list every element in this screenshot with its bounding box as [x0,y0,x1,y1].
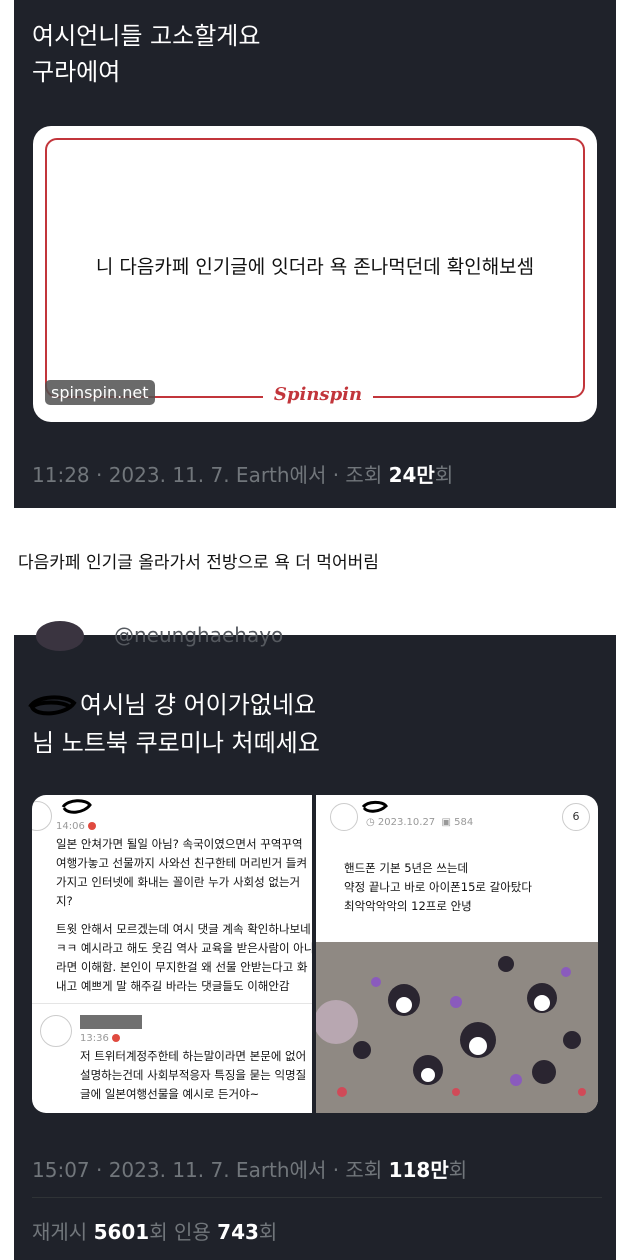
redaction-bar [80,1015,142,1029]
post-body: 핸드폰 기본 5년은 쓰는데 약정 끝나고 바로 아이폰15로 갈아탔다 최악악… [344,861,532,913]
tweet-2: @neunghaehayo 여시님 걍 어이가없네요 님 노트북 쿠로미나 처떼… [14,621,616,1260]
comment-count-badge[interactable]: 6 [562,803,590,831]
tweet-1-image-card[interactable]: 니 다음카페 인기글에 잇더라 욕 존나먹던데 확인해보셈 spinspin.n… [33,126,597,422]
post-caption: 다음카페 인기글 올라가서 전방으로 욕 더 먹어버림 [18,553,379,573]
tweet-2-image-left[interactable]: 14:06 일본 안쳐가면 될일 아님? 속국이였으면서 꾸역꾸역 여행가놓고 … [32,795,312,1113]
retweet-count[interactable]: 5601 [94,1220,150,1244]
tweet-1: 여시언니들 고소할게요 구라에여 니 다음카페 인기글에 잇더라 욕 존나먹던데… [14,0,616,508]
kuromi-stickers-illustration [316,942,598,1113]
comment-time-1: 14:06 [56,821,96,832]
comment-1: 일본 안쳐가면 될일 아님? 속국이였으면서 꾸역꾸역 여행가놓고 선물까지 사… [56,837,312,993]
tweet-2-image-right[interactable]: ◷ 2023.10.27 ▣ 584 6 핸드폰 기본 5년은 쓰는데 약정 끝… [316,795,598,1113]
retweet-unit: 회 [149,1220,168,1244]
comment-2: 저 트위터계정주한테 하는말이라면 본문에 없어 설명하는건데 사회부적응자 특… [80,1049,307,1101]
card-logo: Spinspin [263,384,373,405]
tweet-1-meta-prefix: 11:28 · 2023. 11. 7. Earth에서 · 조회 [32,463,389,487]
tweet-2-text-line-2: 님 노트북 쿠로미나 처떼세요 [32,729,320,757]
redaction-scribble [28,695,77,716]
tweet-2-stats: 재게시 5601회 인용 743회 [32,1216,277,1245]
card-watermark: spinspin.net [45,380,155,405]
tweet-2-text-line-1: 여시님 걍 어이가없네요 [80,691,317,719]
tweet-2-view-count: 118만 [388,1158,449,1182]
commenter-avatar [32,801,52,831]
divider [32,1197,602,1198]
tweet-2-meta: 15:07 · 2023. 11. 7. Earth에서 · 조회 118만회 [32,1154,467,1183]
quote-unit: 회 [258,1220,278,1244]
tweet-1-view-count: 24만 [388,463,435,487]
quote-count[interactable]: 743 [217,1220,259,1244]
laptop-stickers-photo [316,942,598,1113]
card-message: 니 다음카페 인기글에 잇더라 욕 존나먹던데 확인해보셈 [95,256,535,278]
divider [32,1003,312,1004]
redaction-scribble [61,799,92,814]
avatar[interactable] [36,621,84,651]
tweet-1-meta: 11:28 · 2023. 11. 7. Earth에서 · 조회 24만회 [32,459,453,488]
tweet-2-meta-suffix: 회 [448,1158,468,1182]
commenter-avatar [40,1015,72,1047]
redaction-scribble [361,800,389,813]
tweet-2-meta-prefix: 15:07 · 2023. 11. 7. Earth에서 · 조회 [32,1158,389,1182]
tweet-1-text-line-1: 여시언니들 고소할게요 [32,22,261,50]
quote-label[interactable]: 인용 [168,1220,218,1244]
retweet-label[interactable]: 재게시 [32,1220,94,1244]
tweet-1-text-line-2: 구라에여 [32,58,121,86]
author-handle[interactable]: @neunghaehayo [114,623,283,647]
poster-avatar [330,803,358,831]
comment-time-2: 13:36 [80,1033,120,1044]
tweet-1-meta-suffix: 회 [434,463,454,487]
post-date-info: ◷ 2023.10.27 ▣ 584 [366,817,474,828]
